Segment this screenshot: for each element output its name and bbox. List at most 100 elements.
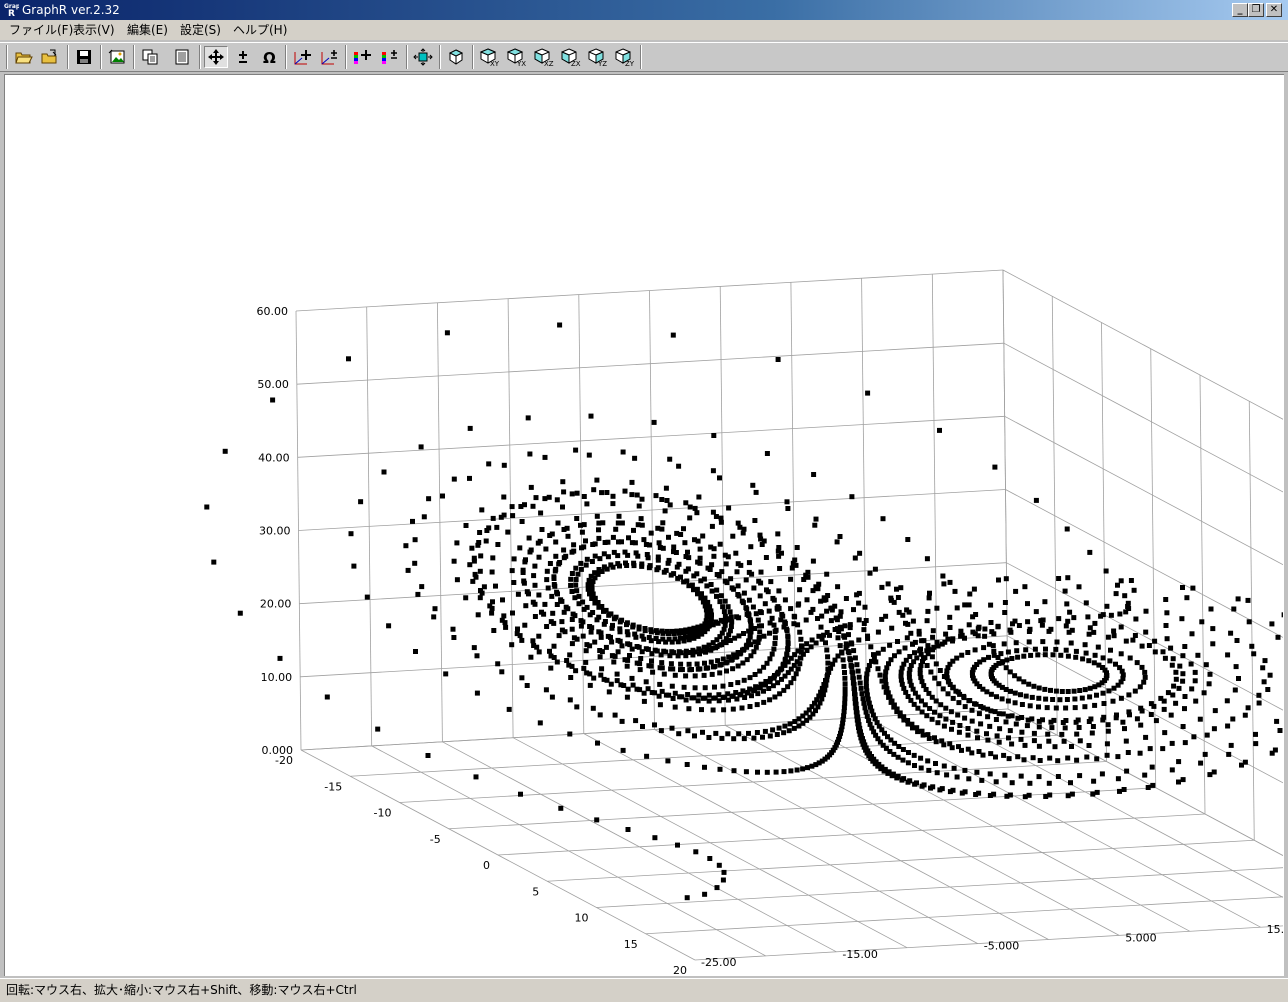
copy-button[interactable] [138,46,162,68]
data-point [785,641,791,647]
data-point [533,495,539,501]
data-point [527,451,533,457]
data-point [714,587,720,593]
data-point [676,731,682,737]
data-point [1173,669,1179,675]
data-point [710,707,716,713]
data-point [537,538,543,544]
plot-canvas[interactable]: 0.000 10.00 20.00 30.00 40.00 50.00 60.00 -20 -1… [4,74,1288,977]
menu-edit[interactable]: 編集(E) [127,23,168,37]
data-point [597,654,603,660]
data-point [665,758,671,764]
view-yz-button[interactable]: YZ [585,46,609,68]
data-point [861,700,867,706]
view-yx-button[interactable]: YX [504,46,528,68]
view-zx-button[interactable]: ZX [558,46,582,68]
data-point [586,452,592,458]
data-point [451,558,457,564]
data-point [849,494,855,500]
close-button[interactable]: ✕ [1266,3,1282,17]
open-file-button[interactable] [38,46,62,68]
menu-file[interactable]: ファイル(F) [9,23,73,37]
data-point [1242,759,1248,765]
rotate-mode-button[interactable]: Ω [257,46,281,68]
data-point [717,766,723,772]
move-mode-button[interactable] [204,46,228,68]
image-export-button[interactable] [105,46,129,68]
svg-text:YX: YX [516,60,526,67]
data-point [608,562,614,568]
data-point [1182,694,1188,699]
data-point [787,721,793,727]
data-point [667,456,673,462]
data-point [1050,697,1056,702]
toolbar-separator [100,45,102,69]
view-zy-button[interactable]: ZY [612,46,636,68]
data-point [675,653,681,659]
data-point [1092,702,1098,708]
data-point [615,649,621,655]
app-icon[interactable]: Graph R [3,2,25,19]
menu-help[interactable]: ヘルプ(H) [233,23,287,37]
data-point [784,652,790,658]
data-point [454,577,460,583]
data-point [744,606,750,612]
title-bar[interactable]: Graph R GraphR ver.2.32 _ ❐ ✕ [0,0,1288,20]
menu-view[interactable]: 表示(V) [73,23,115,37]
data-point [574,490,580,496]
data-point [1082,704,1088,710]
cube-button[interactable] [444,46,468,68]
data-point [683,697,689,703]
data-point [760,734,765,740]
data-point [425,753,431,758]
data-point [633,718,639,724]
axis-scale-button[interactable] [317,46,341,68]
data-point [765,589,771,595]
data-point [929,716,935,722]
view-xy-button[interactable]: XY [477,46,501,68]
data-point [1079,695,1085,701]
data-point [1012,673,1018,679]
document-button[interactable] [170,46,194,68]
grid-lines [295,269,1288,961]
save-button[interactable] [72,46,96,68]
data-point [636,626,642,632]
data-point [599,490,605,496]
data-point [1111,628,1117,634]
data-point [1009,656,1015,661]
data-point [993,779,999,785]
data-point [683,500,689,506]
data-point [747,686,753,692]
data-point [1006,756,1012,762]
minimize-button[interactable]: _ [1232,3,1248,17]
axis-move-button[interactable] [290,46,314,68]
data-point [729,619,735,625]
zoom-mode-button[interactable] [231,46,255,68]
color-scale-button[interactable] [378,46,402,68]
data-point [918,651,924,657]
data-point [776,725,782,731]
restore-button[interactable]: ❐ [1248,3,1264,17]
data-point [1162,655,1168,661]
data-point [949,745,955,751]
data-point [794,767,800,773]
menu-settings[interactable]: 設定(S) [180,23,221,37]
data-point [625,686,631,692]
data-point [740,530,746,536]
data-point [1026,629,1032,634]
data-point [934,605,940,611]
data-point [530,638,536,644]
view-xz-button[interactable]: XZ [531,46,555,68]
plus-minus-icon [239,51,247,63]
data-point [557,322,563,328]
data-point [629,675,635,681]
data-point [1126,709,1132,715]
fit-view-button[interactable] [411,46,435,68]
data-point [1059,731,1065,737]
lorenz-3d-scatter-plot[interactable]: 0.00010.0020.0030.0040.0050.0060.00-20-1… [5,75,1288,977]
data-point [652,835,658,841]
data-point [924,618,930,624]
color-move-button[interactable] [350,46,374,68]
data-point [619,718,625,724]
open-folder-button[interactable] [12,46,36,68]
